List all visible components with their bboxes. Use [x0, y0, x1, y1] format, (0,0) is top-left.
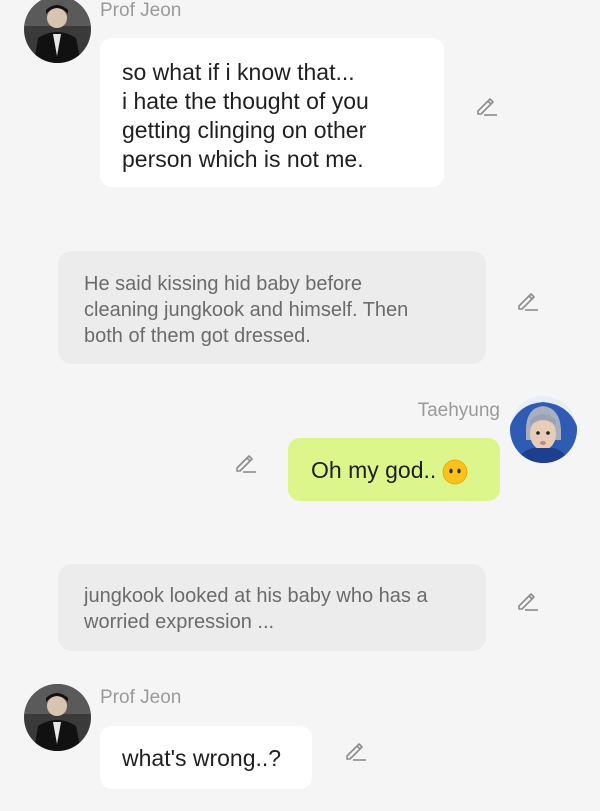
message-line: person which is not me.: [122, 146, 364, 172]
edit-pencil-icon[interactable]: [515, 588, 539, 612]
avatar-photo-blue-hood-icon: [510, 396, 577, 463]
narration-line: both of them got dressed.: [84, 325, 311, 347]
sender-name: Prof Jeon: [100, 687, 182, 708]
edit-pencil-icon[interactable]: [515, 288, 539, 312]
message-bubble-incoming: what's wrong..?: [100, 726, 312, 789]
edit-pencil-icon[interactable]: [474, 93, 498, 117]
narration-line: worried expression ...: [84, 611, 275, 633]
narration-box: He said kissing hid baby before cleaning…: [58, 251, 486, 364]
avatar-photo-dark-icon: [24, 684, 91, 751]
narration-box: jungkook looked at his baby who has a wo…: [58, 564, 486, 651]
avatar-prof-jeon[interactable]: [24, 0, 91, 63]
message-line: so what if i know that...: [122, 59, 355, 85]
avatar-photo-dark-icon: [24, 0, 91, 63]
sender-name: Prof Jeon: [100, 0, 182, 21]
neutral-face-emoji-icon: [442, 459, 468, 485]
sender-name: Taehyung: [417, 400, 500, 421]
narration-line: He said kissing hid baby before: [84, 273, 362, 295]
edit-pencil-icon[interactable]: [343, 738, 367, 762]
message-line: getting clinging on other: [122, 117, 367, 143]
narration-line: jungkook looked at his baby who has a: [84, 585, 428, 607]
message-text: Oh my god..: [311, 457, 437, 483]
message-bubble-outgoing: Oh my god..: [288, 438, 500, 501]
narration-line: cleaning jungkook and himself. Then: [84, 299, 409, 321]
avatar-taehyung[interactable]: [510, 396, 577, 463]
message-text: what's wrong..?: [122, 745, 282, 771]
message-bubble-incoming: so what if i know that... i hate the tho…: [100, 38, 444, 187]
avatar-prof-jeon[interactable]: [24, 684, 91, 751]
message-line: i hate the thought of you: [122, 88, 369, 114]
edit-pencil-icon[interactable]: [233, 450, 257, 474]
